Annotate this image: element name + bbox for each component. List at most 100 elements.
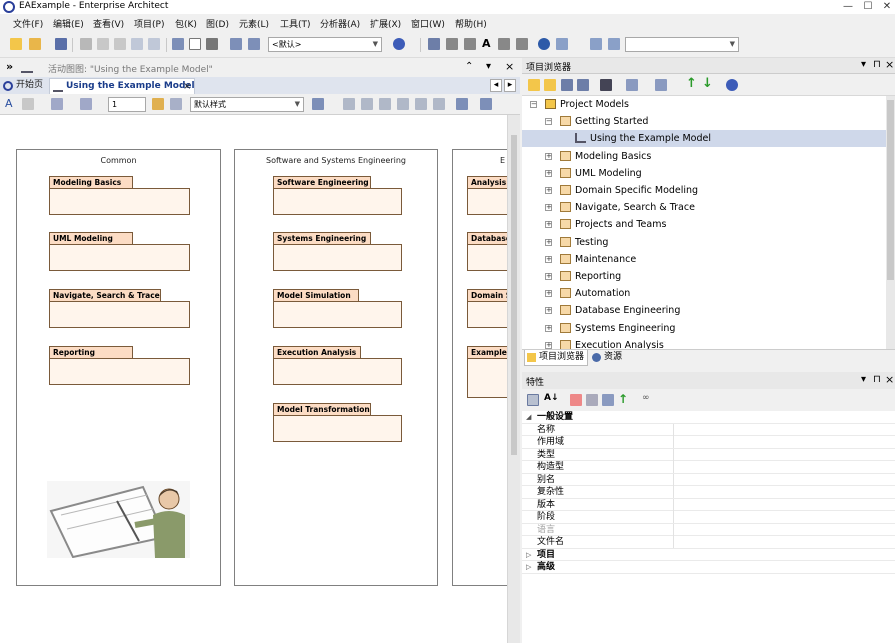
menu-edit[interactable]: 编辑(E): [53, 17, 84, 30]
pencil-style-icon[interactable]: [312, 98, 324, 110]
expand-node-icon[interactable]: +: [545, 169, 552, 177]
diagram-properties-icon[interactable]: [480, 98, 492, 110]
edit-icon[interactable]: [626, 79, 638, 91]
pin-icon[interactable]: ▾: [486, 61, 491, 72]
property-value[interactable]: [673, 448, 895, 461]
fill-color-icon[interactable]: [51, 98, 63, 110]
close-tab-icon[interactable]: ×: [183, 79, 191, 94]
boundary-third[interactable]: E Analysis Database Domain S Example: [452, 149, 507, 586]
property-category[interactable]: ▷ 项目: [522, 549, 895, 561]
open-project-icon[interactable]: [29, 38, 41, 50]
align-right-icon[interactable]: [379, 98, 391, 110]
print-icon[interactable]: [206, 38, 218, 50]
diagram-canvas[interactable]: Common Modeling Basics UML Modeling Navi…: [0, 115, 507, 643]
property-value[interactable]: [673, 423, 895, 436]
property-row[interactable]: 阶段: [522, 511, 895, 524]
pen-icon[interactable]: [556, 38, 568, 50]
line-color-icon[interactable]: [80, 98, 92, 110]
expand-node-icon[interactable]: +: [545, 307, 552, 315]
panel-close-icon[interactable]: ×: [885, 373, 894, 386]
tab-project-browser[interactable]: 项目浏览器: [524, 350, 589, 366]
property-row[interactable]: 语言: [522, 523, 895, 536]
tree-item[interactable]: + Testing: [522, 234, 886, 251]
tree-item[interactable]: + Systems Engineering: [522, 320, 886, 337]
tree-item[interactable]: + Automation: [522, 285, 886, 302]
font-a-icon[interactable]: A: [482, 37, 491, 50]
tree-item[interactable]: − Project Models: [522, 96, 886, 113]
tree-item[interactable]: + UML Modeling: [522, 165, 886, 182]
tree-item[interactable]: + Navigate, Search & Trace: [522, 199, 886, 216]
move-up-icon[interactable]: ↑: [686, 76, 697, 91]
workspace-combo[interactable]: <默认> ▼: [268, 37, 382, 52]
new-diagram-icon[interactable]: [561, 79, 573, 91]
property-grid-icon[interactable]: [602, 394, 614, 406]
sort-az-icon[interactable]: A↓: [544, 393, 559, 403]
collapsed-arrow-icon[interactable]: ▷: [526, 561, 531, 573]
format-painter-icon[interactable]: [152, 98, 164, 110]
expand-node-icon[interactable]: +: [545, 290, 552, 298]
categorized-view-icon[interactable]: [527, 394, 539, 406]
minimize-button[interactable]: —: [837, 0, 859, 14]
list-icon[interactable]: [516, 38, 528, 50]
eyedropper-icon[interactable]: [170, 98, 182, 110]
undo-icon[interactable]: [131, 38, 143, 50]
target-icon[interactable]: [393, 38, 405, 50]
tree-item[interactable]: Using the Example Model: [522, 130, 886, 148]
layout-icon[interactable]: [446, 38, 458, 50]
tab-resources[interactable]: 资源: [590, 350, 625, 366]
menu-tools[interactable]: 工具(T): [280, 17, 311, 30]
expand-toolbox-icon[interactable]: »: [6, 60, 13, 73]
font-color-icon[interactable]: [22, 98, 34, 110]
property-row[interactable]: 名称: [522, 423, 895, 436]
tab-diagram[interactable]: Using the Example Model ×: [49, 78, 195, 94]
expanded-arrow-icon[interactable]: ◢: [526, 411, 531, 423]
layout-diagram-icon[interactable]: [456, 98, 468, 110]
panel-pin-icon[interactable]: ⊓: [873, 59, 881, 70]
menu-element[interactable]: 元素(L): [239, 17, 269, 30]
property-value[interactable]: [673, 511, 895, 523]
line-width-stepper[interactable]: 1: [108, 97, 146, 112]
panel-close-icon[interactable]: ×: [885, 58, 894, 71]
scrollbar-thumb[interactable]: [887, 100, 894, 280]
property-value[interactable]: [673, 536, 895, 548]
property-row[interactable]: 别名: [522, 473, 895, 486]
property-value[interactable]: [673, 523, 895, 536]
tree-item[interactable]: + Database Engineering: [522, 302, 886, 319]
new-package-icon[interactable]: [544, 79, 556, 91]
cut-icon[interactable]: [80, 38, 92, 50]
boundary-common[interactable]: Common Modeling Basics UML Modeling Navi…: [16, 149, 221, 586]
align-top-icon[interactable]: [397, 98, 409, 110]
diagram-tool-icon[interactable]: [428, 38, 440, 50]
property-action-icon[interactable]: [570, 394, 582, 406]
menu-extensions[interactable]: 扩展(X): [370, 17, 401, 30]
collapse-node-icon[interactable]: −: [545, 118, 552, 126]
menu-project[interactable]: 项目(P): [134, 17, 164, 30]
glasses-icon[interactable]: ∞: [642, 393, 650, 403]
style-combo[interactable]: 默认样式 ▼: [190, 97, 304, 112]
move-down-icon[interactable]: ↓: [702, 76, 713, 91]
property-value[interactable]: [673, 436, 895, 448]
page-icon[interactable]: [189, 38, 201, 50]
align-bottom-icon[interactable]: [433, 98, 445, 110]
find-icon[interactable]: [172, 38, 184, 50]
new-project-icon[interactable]: [10, 38, 22, 50]
redo-icon[interactable]: [148, 38, 160, 50]
tree-item[interactable]: − Getting Started: [522, 113, 886, 130]
property-row[interactable]: 文件名: [522, 536, 895, 549]
project-tree-scrollbar[interactable]: [886, 96, 895, 349]
align-center-icon[interactable]: [361, 98, 373, 110]
menu-help[interactable]: 帮助(H): [455, 17, 487, 30]
property-row[interactable]: 复杂性: [522, 486, 895, 499]
align-left-icon[interactable]: [343, 98, 355, 110]
search-browser-icon[interactable]: [600, 79, 612, 91]
expand-node-icon[interactable]: +: [545, 221, 552, 229]
search-combo[interactable]: ▼: [625, 37, 739, 52]
view-options-icon[interactable]: [655, 79, 667, 91]
save-icon[interactable]: [55, 38, 67, 50]
menu-view[interactable]: 查看(V): [93, 17, 124, 30]
menu-file[interactable]: 文件(F): [13, 17, 43, 30]
navigate-up-icon[interactable]: ↑: [618, 392, 628, 406]
expand-node-icon[interactable]: +: [545, 341, 552, 349]
paste-icon[interactable]: [114, 38, 126, 50]
expand-node-icon[interactable]: +: [545, 204, 552, 212]
